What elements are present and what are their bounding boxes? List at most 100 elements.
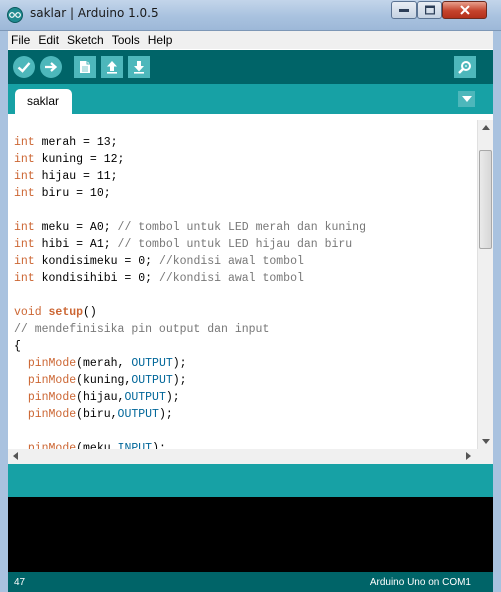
token-cmt: // tombol untuk LED merah dan kuning — [117, 221, 366, 234]
code-line: int kuning = 12; — [14, 151, 476, 168]
verify-button[interactable] — [13, 56, 35, 78]
token-text: meku = A0; — [34, 221, 118, 234]
token-text: (meku, — [76, 442, 118, 449]
token-text: (hijau, — [76, 391, 125, 404]
up-arrow-icon — [107, 61, 117, 74]
token-cmt: // mendefinisika pin output dan input — [14, 323, 270, 336]
code-line: pinMode(hijau,OUTPUT); — [14, 389, 476, 406]
code-line: { — [14, 338, 476, 355]
token-kw: pinMode — [27, 408, 77, 421]
token-kw: pinMode — [27, 357, 77, 370]
token-text: kondisihibi = 0; — [34, 272, 159, 285]
open-sketch-button[interactable] — [101, 56, 123, 78]
down-arrow-icon — [134, 61, 144, 74]
vertical-scrollbar[interactable] — [477, 120, 493, 449]
tab-menu-button[interactable] — [458, 91, 475, 107]
maximize-button[interactable] — [417, 1, 442, 19]
chevron-down-icon — [461, 96, 472, 102]
menu-edit[interactable]: Edit — [35, 33, 62, 47]
code-line: void setup() — [14, 304, 476, 321]
scroll-left-icon — [13, 452, 18, 460]
console-output[interactable] — [8, 497, 493, 572]
menu-sketch[interactable]: Sketch — [64, 33, 107, 47]
vertical-scroll-thumb[interactable] — [479, 150, 492, 249]
token-const: OUTPUT — [131, 357, 173, 370]
tab-strip: saklar — [8, 84, 493, 114]
close-button[interactable] — [442, 1, 487, 19]
token-text: kuning = 12; — [34, 153, 125, 166]
code-editor[interactable]: int merah = 13; int kuning = 12; int hijau… — [8, 114, 493, 449]
token-text: (biru, — [76, 408, 118, 421]
code-area[interactable]: int merah = 13; int kuning = 12; int hijau… — [14, 134, 476, 449]
toolbar — [8, 50, 493, 84]
menu-file[interactable]: File — [8, 33, 33, 47]
token-cmt: // tombol untuk LED hijau dan biru — [117, 238, 353, 251]
token-text: biru = 10; — [34, 187, 111, 200]
board-port-label: Arduino Uno on COM1 — [369, 577, 471, 588]
code-line: int biru = 10; — [14, 185, 476, 202]
token-text: (kuning, — [76, 374, 132, 387]
token-text: ); — [152, 442, 166, 449]
code-line: pinMode(meku,INPUT); — [14, 440, 476, 449]
save-sketch-button[interactable] — [128, 56, 150, 78]
token-text: () — [83, 306, 97, 319]
horizontal-scrollbar[interactable] — [8, 449, 477, 464]
serial-monitor-button[interactable] — [454, 56, 476, 78]
scroll-right-icon — [466, 452, 471, 460]
menu-tools[interactable]: Tools — [109, 33, 143, 47]
right-arrow-icon — [45, 62, 58, 72]
token-kw: pinMode — [27, 442, 77, 449]
token-const: OUTPUT — [131, 374, 173, 387]
upload-button[interactable] — [40, 56, 62, 78]
scrollbar-corner — [477, 449, 493, 464]
token-kw: int — [14, 136, 35, 149]
arduino-logo-icon — [7, 7, 23, 23]
status-strip — [8, 464, 493, 497]
menu-help[interactable]: Help — [145, 33, 176, 47]
window-title: saklar | Arduino 1.0.5 — [30, 6, 159, 20]
token-kw: int — [14, 153, 35, 166]
menu-bar: File Edit Sketch Tools Help — [8, 31, 493, 49]
token-cmt: //kondisi awal tombol — [158, 255, 304, 268]
token-kw: int — [14, 272, 35, 285]
window-frame-left — [0, 31, 8, 592]
minimize-button[interactable] — [391, 1, 417, 19]
new-document-icon — [80, 61, 90, 73]
code-line: pinMode(merah, OUTPUT); — [14, 355, 476, 372]
code-line: int merah = 13; — [14, 134, 476, 151]
token-kw: pinMode — [27, 374, 77, 387]
code-line: int hijau = 11; — [14, 168, 476, 185]
token-text: kondisimeku = 0; — [34, 255, 159, 268]
token-text: ); — [172, 357, 187, 370]
token-kw: int — [14, 221, 35, 234]
token-text: merah = 13; — [34, 136, 118, 149]
token-kw: int — [14, 238, 35, 251]
token-const: OUTPUT — [117, 408, 159, 421]
code-line: pinMode(kuning,OUTPUT); — [14, 372, 476, 389]
token-text: hibi = A1; — [34, 238, 118, 251]
new-sketch-button[interactable] — [74, 56, 96, 78]
magnifier-icon — [458, 61, 471, 74]
tab-saklar[interactable]: saklar — [15, 89, 72, 114]
checkmark-icon — [17, 62, 31, 73]
status-bar: 47 Arduino Uno on COM1 — [8, 572, 493, 592]
token-text: (merah, — [76, 357, 132, 370]
token-text: ); — [172, 374, 187, 387]
window-title-bar[interactable]: saklar | Arduino 1.0.5 — [0, 0, 501, 31]
scroll-up-icon — [482, 125, 490, 130]
scroll-down-icon — [482, 439, 490, 444]
token-kw: pinMode — [27, 391, 77, 404]
token-const: INPUT — [117, 442, 153, 449]
token-kw: int — [14, 187, 35, 200]
code-line: int kondisimeku = 0; //kondisi awal tomb… — [14, 253, 476, 270]
token-kw: int — [14, 170, 35, 183]
